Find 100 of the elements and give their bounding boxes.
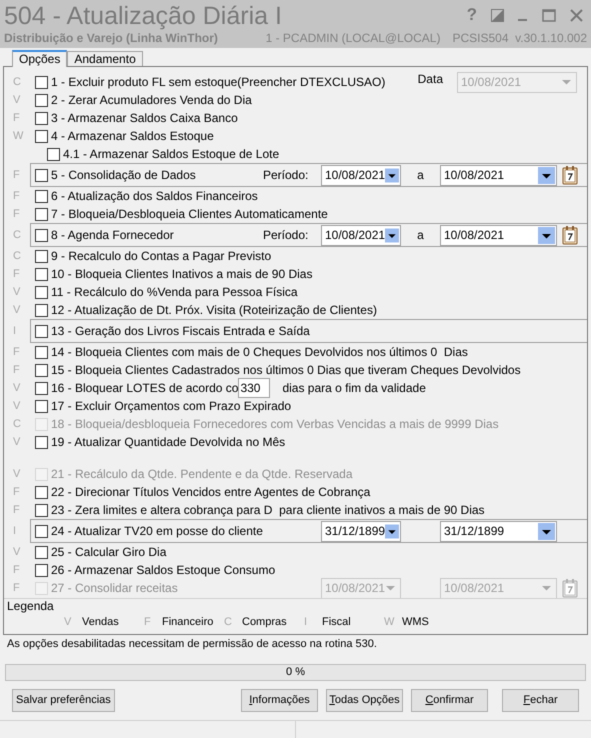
checkbox[interactable]	[47, 148, 60, 160]
category-letter: I	[13, 525, 16, 537]
caret-icon	[538, 522, 555, 540]
restore-icon[interactable]	[491, 8, 504, 22]
checkbox[interactable]	[35, 286, 48, 298]
category-letter: F	[13, 112, 20, 124]
date-dropdown[interactable]: 31/12/1899	[321, 520, 401, 542]
option-label: 27 - Consolidar receitas	[51, 580, 179, 596]
separator-label: a	[417, 168, 424, 182]
checkbox[interactable]	[35, 524, 48, 538]
caret-icon	[385, 166, 399, 184]
checkbox[interactable]	[35, 228, 48, 242]
progress-text: 0 %	[286, 665, 305, 680]
option-label: 24 - Atualizar TV20 em posse do cliente	[51, 524, 264, 538]
category-letter: I	[13, 325, 16, 337]
category-letter: F	[13, 364, 20, 376]
checkbox[interactable]	[35, 304, 48, 316]
option-label: 9 - Recalculo do Contas a Pagar Previsto	[51, 248, 272, 264]
option-label: 18 - Bloqueia/desbloqueia Fornecedores com Verbas Vencidas a mais de 9999 Dias	[51, 416, 500, 432]
checkbox[interactable]	[35, 364, 48, 376]
category-letter: C	[13, 250, 21, 262]
option-label: 12 - Atualização de Dt. Próx. Visita (Roteirização de Clientes)	[51, 302, 378, 318]
maximize-icon[interactable]	[542, 8, 556, 22]
category-letter: V	[13, 304, 20, 316]
checkbox[interactable]	[35, 76, 48, 88]
save-preferences-button[interactable]: Salvar preferências	[12, 689, 115, 712]
category-letter: W	[13, 130, 24, 142]
checkbox[interactable]	[35, 268, 48, 280]
checkbox[interactable]	[35, 190, 48, 202]
action-button[interactable]: Todas Opções	[326, 689, 403, 712]
caret-icon	[385, 522, 399, 540]
caret-icon	[538, 226, 555, 244]
legend-label: Financeiro	[162, 615, 214, 630]
checkbox[interactable]	[35, 564, 48, 576]
version-label: PCSIS504 v.30.1.10.002	[452, 31, 587, 46]
legend-label: Fiscal	[322, 615, 351, 630]
option-label: 11 - Recálculo do %Venda para Pessoa Física	[51, 284, 299, 300]
category-letter: F	[13, 504, 20, 516]
checkbox[interactable]	[35, 504, 48, 516]
category-letter: V	[64, 615, 72, 630]
period-label: Período:	[263, 228, 310, 242]
date-dropdown[interactable]: 10/08/2021	[321, 224, 401, 246]
category-letter: V	[13, 468, 20, 480]
checkbox[interactable]	[35, 382, 48, 394]
option-label: 17 - Excluir Orçamentos com Prazo Expirado	[51, 398, 292, 414]
action-button[interactable]: Confirmar	[411, 689, 488, 712]
checkbox[interactable]	[35, 546, 48, 558]
category-letter: F	[13, 208, 20, 220]
action-button[interactable]: Fechar	[502, 689, 579, 712]
option-label: 26 - Armazenar Saldos Estoque Consumo	[51, 562, 276, 578]
caret-icon	[385, 226, 399, 244]
category-letter: W	[384, 615, 396, 630]
category-letter: F	[13, 346, 20, 358]
checkbox[interactable]	[35, 208, 48, 220]
calendar-icon[interactable]	[561, 165, 579, 185]
checkbox[interactable]	[35, 436, 48, 448]
checkbox[interactable]	[35, 130, 48, 142]
option-label: 1 - Excluir produto FL sem estoque(Preencher DTEXCLUSAO)	[51, 74, 386, 90]
option-label: 13 - Geração dos Livros Fiscais Entrada e Saída	[51, 324, 311, 338]
category-letter: V	[13, 382, 20, 394]
date-dropdown[interactable]: 31/12/1899	[440, 520, 557, 542]
tab[interactable]: Opções	[12, 50, 68, 67]
user-label: 1 - PCADMIN (LOCAL@LOCAL)	[266, 31, 440, 46]
date-dropdown[interactable]: 10/08/2021	[440, 224, 557, 246]
action-button[interactable]: Informações	[241, 689, 318, 712]
window-title: 504 - Atualização Diária I	[4, 1, 282, 32]
checkbox[interactable]	[35, 94, 48, 106]
option-label: 4.1 - Armazenar Saldos Estoque de Lote	[63, 146, 280, 162]
tab[interactable]: Andamento	[67, 51, 143, 66]
option-label: 23 - Zera limites e altera cobrança para D para cliente inativos a mais de 90 Dias	[51, 502, 486, 518]
notice-text: As opções desabilitadas necessitam de permissão de acesso na rotina 530.	[6, 637, 378, 652]
category-letter: C	[13, 229, 21, 241]
suffix-label: dias para o fim da validade	[282, 380, 426, 396]
days-input[interactable]: 330	[238, 378, 270, 398]
date-dropdown[interactable]: 10/08/2021	[321, 164, 401, 186]
checkbox[interactable]	[35, 400, 48, 412]
legend-label: WMS	[402, 615, 429, 630]
option-label: 7 - Bloqueia/Desbloqueia Clientes Automaticamente	[51, 206, 329, 222]
checkbox[interactable]	[35, 324, 48, 338]
option-label: 21 - Recálculo da Qtde. Pendente e da Qtde. Reservada	[51, 466, 354, 482]
category-letter: V	[13, 286, 20, 298]
category-letter: V	[13, 436, 20, 448]
close-icon[interactable]	[570, 8, 583, 22]
category-letter: V	[13, 400, 20, 412]
checkbox[interactable]	[35, 486, 48, 498]
checkbox[interactable]	[35, 346, 48, 358]
checkbox[interactable]	[35, 168, 48, 182]
calendar-icon[interactable]	[561, 225, 579, 245]
category-letter: V	[13, 546, 20, 558]
checkbox[interactable]	[35, 250, 48, 262]
date-dropdown[interactable]: 10/08/2021	[440, 164, 557, 186]
option-label: 3 - Armazenar Saldos Caixa Banco	[51, 110, 239, 126]
option-label: 2 - Zerar Acumuladores Venda do Dia	[51, 92, 253, 108]
legend-label: Vendas	[82, 615, 119, 630]
option-label: 15 - Bloqueia Clientes Cadastrados nos últimos 0 Dias que tiveram Cheques Devolvidos	[51, 362, 522, 378]
legend-title: Legenda	[6, 599, 55, 613]
caret-icon	[538, 166, 555, 184]
date-label: Data	[418, 72, 443, 86]
checkbox[interactable]	[35, 112, 48, 124]
option-label: 6 - Atualização dos Saldos Financeiros	[51, 188, 259, 204]
